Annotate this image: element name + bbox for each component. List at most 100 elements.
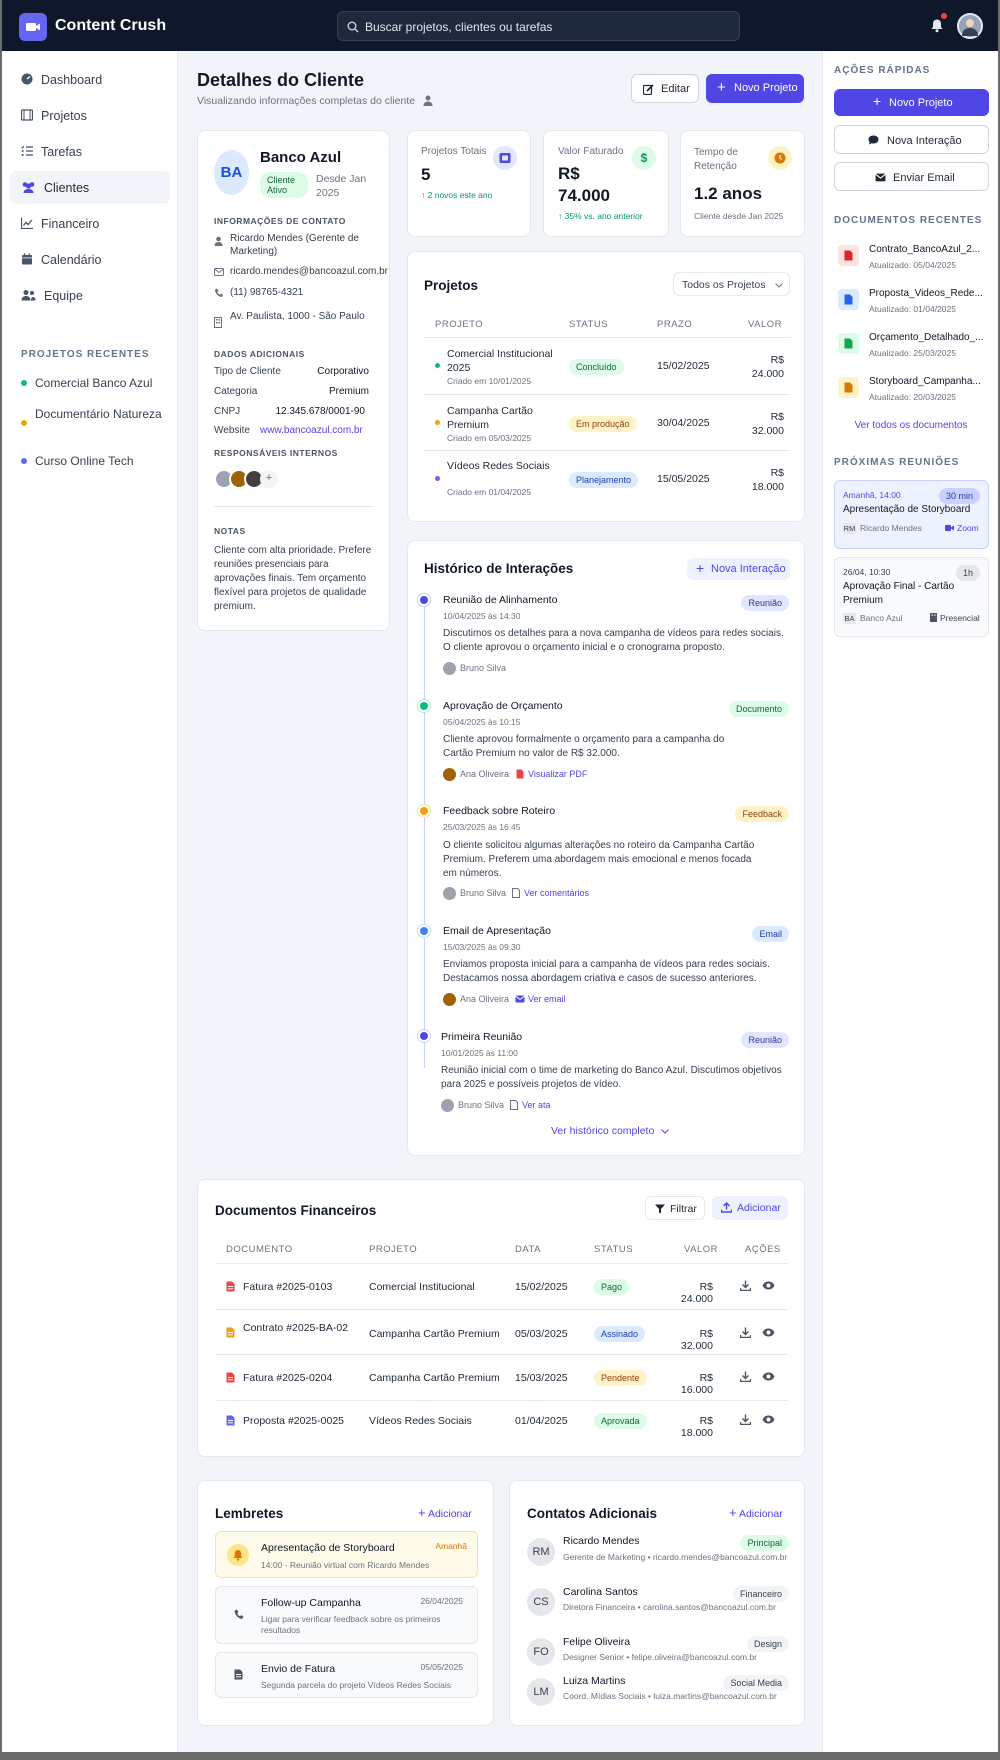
- recent-project-2[interactable]: Documentário Natureza: [35, 407, 162, 421]
- project-name[interactable]: Campanha Cartão Premium: [447, 404, 557, 432]
- doc-item[interactable]: Storyboard_Campanha... Atualizado: 20/03…: [829, 370, 994, 406]
- edit-label: Editar: [661, 83, 690, 95]
- recent-project-3[interactable]: Curso Online Tech: [35, 454, 134, 468]
- doc-date: 05/03/2025: [515, 1328, 568, 1340]
- table-row[interactable]: Contrato #2025-BA-02 Campanha Cartão Pre…: [198, 1310, 806, 1354]
- extra-heading: DADOS ADICIONAIS: [214, 349, 305, 359]
- edit-icon: [643, 84, 654, 95]
- reminder-item[interactable]: Envio de Fatura Segunda parcela do proje…: [215, 1652, 478, 1698]
- chart-line-icon: [21, 217, 33, 229]
- add-contact-button[interactable]: + Adicionar: [729, 1505, 783, 1520]
- contact-name[interactable]: Ricardo Mendes: [563, 1535, 639, 1547]
- download-icon[interactable]: [740, 1371, 751, 1382]
- nav-calendario[interactable]: Calendário: [10, 243, 170, 276]
- project-name[interactable]: Comercial Institucional 2025: [447, 347, 557, 375]
- nav-clientes[interactable]: Clientes: [10, 171, 170, 204]
- download-icon[interactable]: [740, 1280, 751, 1291]
- project-deadline: 15/02/2025: [657, 360, 710, 372]
- reminder-item[interactable]: Follow-up Campanha Ligar para verificar …: [215, 1586, 478, 1644]
- doc-item[interactable]: Proposta_Videos_Rede... Atualizado: 01/0…: [829, 282, 994, 318]
- eye-icon[interactable]: [762, 1415, 775, 1424]
- file-contract-icon: [226, 1327, 235, 1338]
- nav-equipe[interactable]: Equipe: [10, 279, 170, 312]
- projects-filter-select[interactable]: Todos os Projetos: [673, 272, 790, 296]
- user-icon: [423, 95, 433, 106]
- contact-name[interactable]: Luiza Martins: [563, 1675, 625, 1687]
- doc-item[interactable]: Orçamento_Detalhado_... Atualizado: 25/0…: [829, 326, 994, 362]
- projects-card: Projetos Todos os Projetos PROJETO STATU…: [407, 251, 805, 522]
- doc-name: Orçamento_Detalhado_...: [869, 332, 984, 343]
- download-icon[interactable]: [740, 1414, 751, 1425]
- project-name[interactable]: Vídeos Redes Sociais: [447, 460, 557, 472]
- author-avatar: [443, 993, 456, 1006]
- add-document-button[interactable]: Adicionar: [712, 1196, 788, 1220]
- view-pdf-link[interactable]: Visualizar PDF: [528, 769, 587, 779]
- download-icon[interactable]: [740, 1327, 751, 1338]
- eye-icon[interactable]: [762, 1281, 775, 1290]
- table-row[interactable]: Proposta #2025-0025 Vídeos Redes Sociais…: [198, 1401, 806, 1443]
- doc-name: Proposta_Videos_Rede...: [869, 288, 983, 299]
- project-created: Criado em 05/03/2025: [447, 433, 532, 443]
- file-icon: [510, 1100, 518, 1110]
- eye-icon[interactable]: [762, 1372, 775, 1381]
- nav-dashboard[interactable]: Dashboard: [10, 63, 170, 96]
- full-history-link[interactable]: Ver histórico completo: [551, 1125, 670, 1137]
- add-reminder-button[interactable]: + Adicionar: [418, 1505, 472, 1520]
- nav-financeiro[interactable]: Financeiro: [10, 207, 170, 240]
- doc-item[interactable]: Contrato_BancoAzul_2... Atualizado: 05/0…: [829, 238, 994, 274]
- website-link[interactable]: www.bancoazul.com.br: [260, 425, 363, 436]
- reminder-when: 05/05/2025: [420, 1662, 463, 1672]
- nav-tarefas[interactable]: Tarefas: [10, 135, 170, 168]
- status-dot: [435, 476, 440, 481]
- stat-label: Valor Faturado: [558, 146, 624, 157]
- add-label: Adicionar: [737, 1202, 781, 1214]
- recent-project-1[interactable]: Comercial Banco Azul: [35, 376, 152, 390]
- table-row[interactable]: Fatura #2025-0103 Comercial Instituciona…: [198, 1264, 806, 1309]
- table-row[interactable]: Fatura #2025-0204 Campanha Cartão Premiu…: [198, 1355, 806, 1400]
- funnel-icon: [655, 1204, 665, 1214]
- stat-value: 5: [421, 165, 431, 184]
- meeting-item[interactable]: Amanhã, 14:00 30 min Apresentação de Sto…: [834, 480, 989, 549]
- view-email-link[interactable]: Ver email: [528, 994, 566, 1004]
- reminder-when: Amanhã: [435, 1541, 467, 1551]
- timeline-dot: [418, 925, 430, 937]
- view-comments-link[interactable]: Ver comentários: [524, 888, 589, 898]
- project-status-badge: Em produção: [569, 416, 637, 432]
- nav-label: Dashboard: [41, 73, 103, 87]
- interaction-title: Email de Apresentação: [443, 925, 551, 937]
- meeting-when: Amanhã, 14:00: [843, 490, 901, 500]
- meeting-mode[interactable]: Zoom: [957, 523, 979, 533]
- contact-avatar: CS: [527, 1588, 555, 1616]
- bell-icon[interactable]: [930, 18, 944, 33]
- quick-send-email-button[interactable]: Enviar Email: [834, 162, 989, 191]
- filter-button[interactable]: Filtrar: [645, 1196, 705, 1220]
- nav-projetos[interactable]: Projetos: [10, 99, 170, 132]
- contact-name[interactable]: Felipe Oliveira: [563, 1636, 630, 1648]
- meeting-title: Aprovação Final - Cartão Premium: [843, 581, 955, 606]
- stat-card-projects: Projetos Totais 5 ↑ 2 novos este ano: [407, 130, 531, 237]
- filter-label: Filtrar: [670, 1203, 697, 1215]
- search-input[interactable]: Buscar projetos, clientes ou tarefas: [337, 11, 740, 41]
- doc-name: Fatura #2025-0204: [243, 1372, 333, 1384]
- user-avatar[interactable]: [957, 13, 983, 39]
- timeline-line: [424, 601, 425, 1068]
- plus-icon: +: [873, 93, 882, 109]
- reminder-title: Envio de Fatura: [261, 1663, 336, 1675]
- stat-value: R$ 74.000: [558, 164, 610, 205]
- doc-value: R$ 32.000: [680, 1328, 713, 1352]
- interaction-date: 05/04/2025 às 10:15: [443, 717, 521, 727]
- edit-button[interactable]: Editar: [631, 74, 699, 103]
- new-project-button[interactable]: + Novo Projeto: [706, 74, 804, 103]
- contact-email[interactable]: ricardo.mendes@bancoazul.com.br: [230, 266, 388, 277]
- all-documents-link[interactable]: Ver todos os documentos: [823, 420, 998, 431]
- new-interaction-button[interactable]: + Nova Interação: [687, 558, 790, 580]
- contact-name[interactable]: Carolina Santos: [563, 1586, 638, 1598]
- divider: [214, 506, 374, 507]
- view-minutes-link[interactable]: Ver ata: [522, 1100, 551, 1110]
- meeting-item[interactable]: 26/04, 10:30 1h Aprovação Final - Cartão…: [834, 557, 989, 637]
- quick-new-interaction-button[interactable]: Nova Interação: [834, 125, 989, 154]
- eye-icon[interactable]: [762, 1328, 775, 1337]
- quick-new-project-button[interactable]: + Novo Projeto: [834, 89, 989, 116]
- reminder-item[interactable]: Apresentação de Storyboard 14:00 - Reuni…: [215, 1531, 478, 1578]
- add-member-button[interactable]: +: [260, 470, 278, 488]
